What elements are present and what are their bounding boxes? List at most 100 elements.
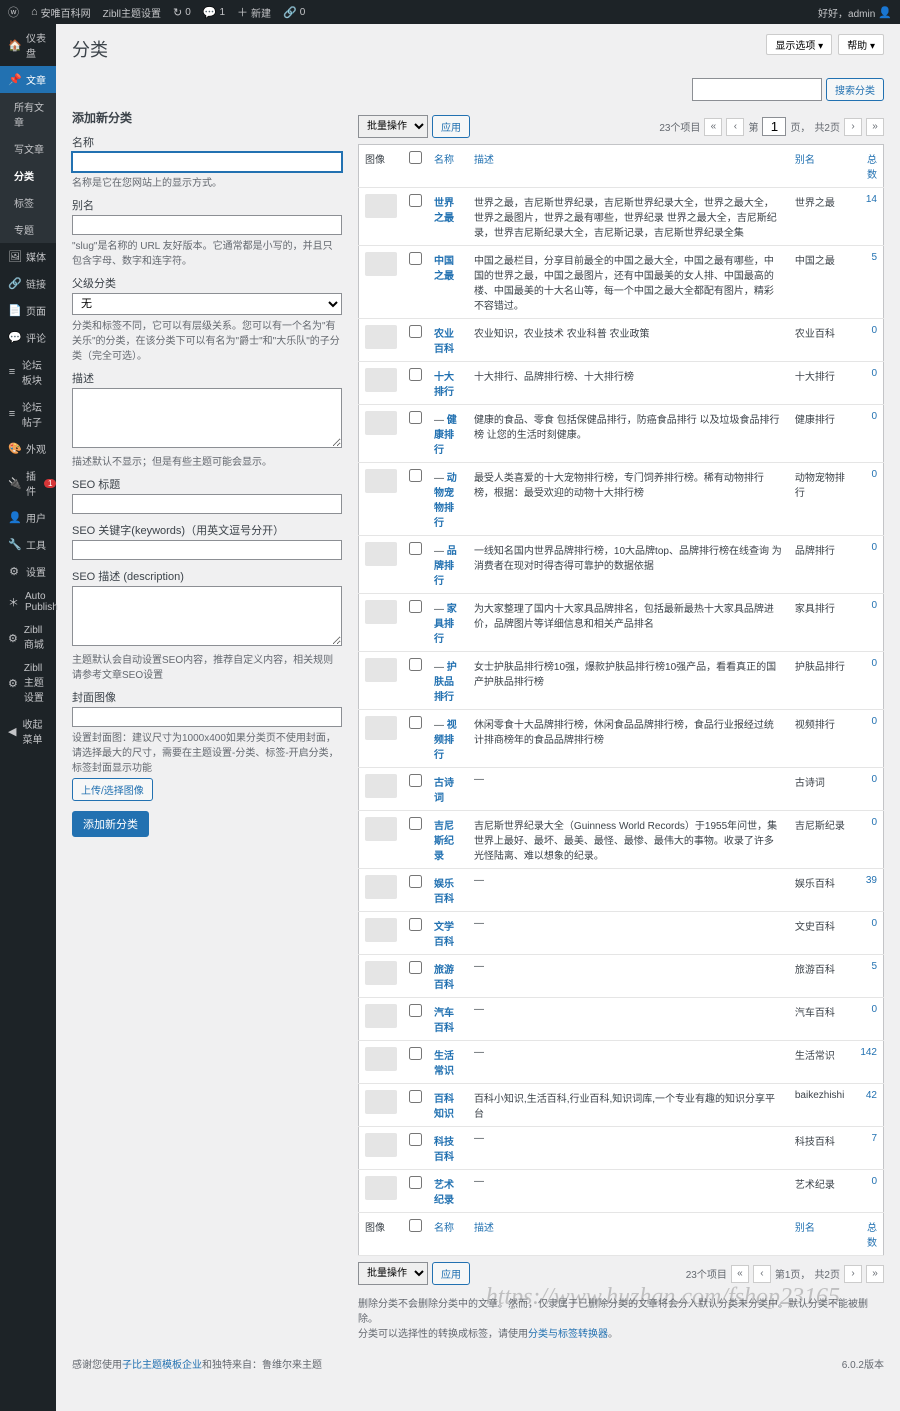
category-link[interactable]: 中国之最 [434, 256, 454, 282]
sidebar-item-autopublish[interactable]: ＊Auto Publish [0, 585, 56, 619]
new-link[interactable]: ＋新建 [237, 4, 271, 20]
sidebar-item-plugins[interactable]: 🔌插件1 [0, 462, 56, 504]
comments-link[interactable]: 💬1 [203, 6, 225, 19]
sidebar-item-forum-post[interactable]: ≡论坛帖子 [0, 393, 56, 435]
row-count[interactable]: 0 [853, 319, 883, 362]
category-link[interactable]: 农业百科 [434, 329, 454, 355]
category-link[interactable]: 生活常识 [434, 1051, 454, 1077]
category-link[interactable]: 娱乐百科 [434, 879, 454, 905]
row-count[interactable]: 39 [853, 869, 883, 912]
sidebar-item-media[interactable]: 🖼媒体 [0, 243, 56, 270]
sidebar-item-comments[interactable]: 💬评论 [0, 324, 56, 351]
row-count[interactable]: 0 [853, 536, 883, 594]
page-current[interactable] [762, 117, 786, 136]
page-prev[interactable]: ‹ [726, 118, 744, 136]
sidebar-item-appearance[interactable]: 🎨外观 [0, 435, 56, 462]
desc-field[interactable] [72, 388, 342, 448]
category-link[interactable]: 文学百科 [434, 922, 454, 948]
slug-field[interactable] [72, 215, 342, 235]
row-count[interactable]: 42 [853, 1084, 883, 1127]
name-field[interactable] [72, 152, 342, 172]
row-count[interactable]: 142 [853, 1041, 883, 1084]
row-checkbox[interactable] [409, 961, 422, 974]
row-checkbox[interactable] [409, 194, 422, 207]
row-count[interactable]: 0 [853, 710, 883, 768]
page-last[interactable]: » [866, 118, 884, 136]
row-count[interactable]: 5 [853, 246, 883, 319]
updates-link[interactable]: ↻0 [173, 6, 191, 19]
bulk-apply-bottom[interactable]: 应用 [432, 1262, 470, 1285]
parent-select[interactable]: 无 [72, 293, 342, 315]
row-checkbox[interactable] [409, 252, 422, 265]
sidebar-sub-topic[interactable]: 专题 [0, 216, 56, 243]
row-checkbox[interactable] [409, 542, 422, 555]
row-count[interactable]: 0 [853, 594, 883, 652]
category-link[interactable]: 汽车百科 [434, 1008, 454, 1034]
row-count[interactable]: 0 [853, 652, 883, 710]
sidebar-item-zibll-mall[interactable]: ⚙Zibll商城 [0, 619, 56, 657]
col-slug[interactable]: 别名 [789, 145, 853, 188]
row-checkbox[interactable] [409, 325, 422, 338]
row-count[interactable]: 0 [853, 362, 883, 405]
screen-options-button[interactable]: 显示选项 ▾ [766, 34, 832, 55]
col-image[interactable]: 图像 [359, 145, 404, 188]
col-name[interactable]: 名称 [428, 145, 468, 188]
row-count[interactable]: 0 [853, 1170, 883, 1213]
wp-logo[interactable]: ⓦ [8, 4, 19, 20]
sidebar-item-forum-mod[interactable]: ≡论坛板块 [0, 351, 56, 393]
row-checkbox[interactable] [409, 600, 422, 613]
bulk-action-bottom[interactable]: 批量操作 [358, 1262, 428, 1285]
cover-field[interactable] [72, 707, 342, 727]
page-next[interactable]: › [844, 118, 862, 136]
theme-link[interactable]: 子比主题模板企业 [122, 1360, 202, 1371]
row-checkbox[interactable] [409, 1004, 422, 1017]
select-all-bottom[interactable] [409, 1219, 422, 1232]
sidebar-item-dashboard[interactable]: 🏠仪表盘 [0, 24, 56, 66]
seo-desc-field[interactable] [72, 586, 342, 646]
row-checkbox[interactable] [409, 875, 422, 888]
sidebar-sub-new[interactable]: 写文章 [0, 135, 56, 162]
row-checkbox[interactable] [409, 1176, 422, 1189]
row-checkbox[interactable] [409, 918, 422, 931]
row-checkbox[interactable] [409, 716, 422, 729]
row-checkbox[interactable] [409, 1090, 422, 1103]
col-count[interactable]: 总数 [853, 145, 883, 188]
bulk-apply-top[interactable]: 应用 [432, 115, 470, 138]
sidebar-sub-tag[interactable]: 标签 [0, 189, 56, 216]
row-checkbox[interactable] [409, 774, 422, 787]
seo-keywords-field[interactable] [72, 540, 342, 560]
select-all-top[interactable] [409, 151, 422, 164]
category-link[interactable]: 世界之最 [434, 198, 454, 224]
sidebar-item-tools[interactable]: 🔧工具 [0, 531, 56, 558]
seo-title-field[interactable] [72, 494, 342, 514]
row-checkbox[interactable] [409, 1047, 422, 1060]
site-link[interactable]: ⌂安唯百科网 [31, 5, 91, 20]
sidebar-item-posts[interactable]: 📌文章 [0, 66, 56, 93]
sidebar-sub-all[interactable]: 所有文章 [0, 93, 56, 135]
row-checkbox[interactable] [409, 817, 422, 830]
row-count[interactable]: 14 [853, 188, 883, 246]
category-link[interactable]: 百科知识 [434, 1094, 454, 1120]
row-count[interactable]: 0 [853, 405, 883, 463]
category-link[interactable]: 古诗词 [434, 778, 454, 804]
row-count[interactable]: 0 [853, 811, 883, 869]
row-count[interactable]: 0 [853, 768, 883, 811]
page-first[interactable]: « [704, 118, 722, 136]
sidebar-sub-cat[interactable]: 分类 [0, 162, 56, 189]
row-count[interactable]: 7 [853, 1127, 883, 1170]
category-link[interactable]: 科技百科 [434, 1137, 454, 1163]
row-checkbox[interactable] [409, 658, 422, 671]
submit-button[interactable]: 添加新分类 [72, 811, 149, 837]
row-count[interactable]: 5 [853, 955, 883, 998]
category-link[interactable]: 艺术纪录 [434, 1180, 454, 1206]
sidebar-item-zibll-theme[interactable]: ⚙Zibll主题设置 [0, 657, 56, 710]
greeting[interactable]: 好好，admin 👤 [818, 5, 892, 20]
sidebar-item-users[interactable]: 👤用户 [0, 504, 56, 531]
row-count[interactable]: 0 [853, 998, 883, 1041]
sidebar-item-pages[interactable]: 📄页面 [0, 297, 56, 324]
help-button[interactable]: 帮助 ▾ [838, 34, 884, 55]
row-checkbox[interactable] [409, 1133, 422, 1146]
links-count[interactable]: 🔗0 [283, 6, 305, 19]
row-checkbox[interactable] [409, 368, 422, 381]
col-desc[interactable]: 描述 [468, 145, 789, 188]
